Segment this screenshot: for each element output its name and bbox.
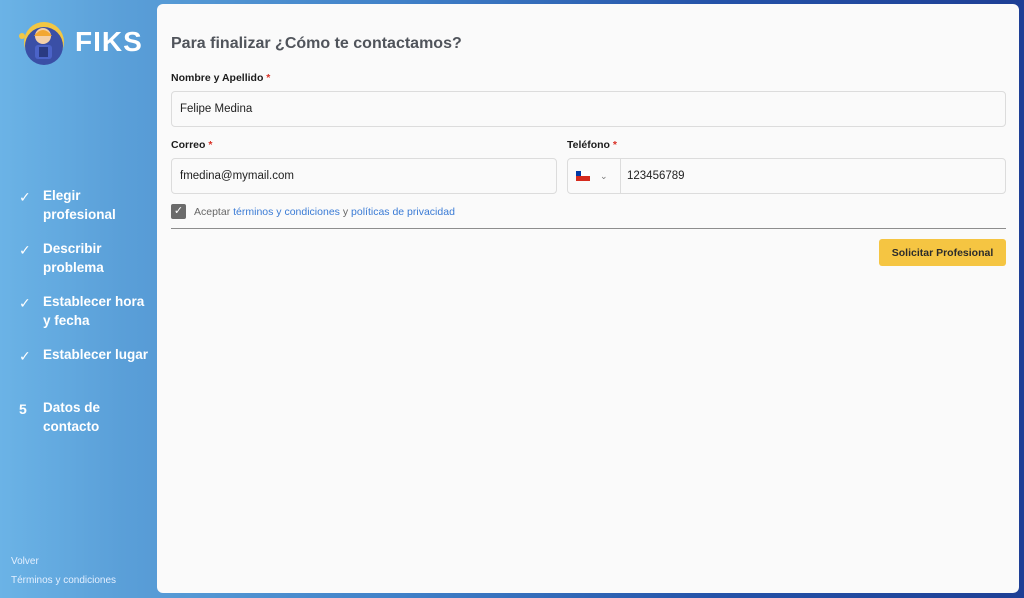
sidebar: FIKS ✓ Elegir profesional ✓ Describir pr…: [0, 0, 156, 598]
step-number: 5: [19, 401, 27, 417]
submit-button[interactable]: Solicitar Profesional: [879, 239, 1006, 266]
required-mark: *: [208, 139, 213, 151]
logo-icon: [19, 22, 64, 65]
and-text: y: [342, 205, 349, 218]
sidebar-links: Volver Términos y condiciones: [11, 548, 116, 586]
country-select[interactable]: ⌄: [568, 159, 621, 193]
name-input[interactable]: Felipe Medina: [171, 91, 1006, 127]
required-mark: *: [612, 139, 617, 151]
step-describir-problema[interactable]: ✓ Describir problema: [19, 239, 149, 292]
check-icon: ✓: [19, 295, 31, 311]
step-establecer-hora[interactable]: ✓ Establecer hora y fecha: [19, 292, 149, 345]
name-label: Nombre y Apellido *: [171, 72, 271, 84]
check-icon: ✓: [19, 189, 31, 205]
step-label: Elegir profesional: [43, 188, 116, 222]
contact-form-panel: Para finalizar ¿Cómo te contactamos? Nom…: [157, 4, 1019, 593]
page-title: Para finalizar ¿Cómo te contactamos?: [171, 35, 462, 52]
step-label: Datos de contacto: [43, 400, 101, 434]
progress-steps: ✓ Elegir profesional ✓ Describir problem…: [19, 186, 149, 451]
step-label: Describir problema: [43, 241, 104, 275]
terms-footer-link[interactable]: Términos y condiciones: [11, 575, 116, 586]
chile-flag-icon: [576, 171, 590, 181]
terms-link[interactable]: términos y condiciones: [233, 206, 340, 218]
step-elegir-profesional[interactable]: ✓ Elegir profesional: [19, 186, 149, 239]
check-icon: ✓: [19, 348, 31, 364]
email-input[interactable]: fmedina@mymail.com: [171, 158, 557, 194]
accept-checkbox[interactable]: ✓: [171, 204, 186, 219]
chevron-down-icon: ⌄: [600, 170, 608, 181]
back-link[interactable]: Volver: [11, 556, 116, 567]
step-establecer-lugar[interactable]: ✓ Establecer lugar: [19, 345, 149, 398]
phone-label: Teléfono *: [567, 139, 617, 151]
terms-consent: ✓ Aceptar términos y condiciones y polít…: [171, 204, 455, 219]
privacy-link[interactable]: políticas de privacidad: [351, 206, 455, 218]
required-mark: *: [266, 72, 271, 84]
phone-field: ⌄ 123456789: [567, 158, 1006, 194]
accept-prefix: Aceptar: [194, 205, 231, 218]
divider: [171, 228, 1006, 229]
logo: FIKS: [17, 14, 147, 66]
email-label: Correo *: [171, 139, 213, 151]
step-label: Establecer hora y fecha: [43, 294, 145, 328]
check-icon: ✓: [19, 242, 31, 258]
step-label: Establecer lugar: [43, 347, 149, 362]
phone-input[interactable]: 123456789: [621, 159, 685, 193]
step-datos-contacto[interactable]: 5 Datos de contacto: [19, 398, 149, 451]
brand-name: FIKS: [75, 26, 143, 57]
